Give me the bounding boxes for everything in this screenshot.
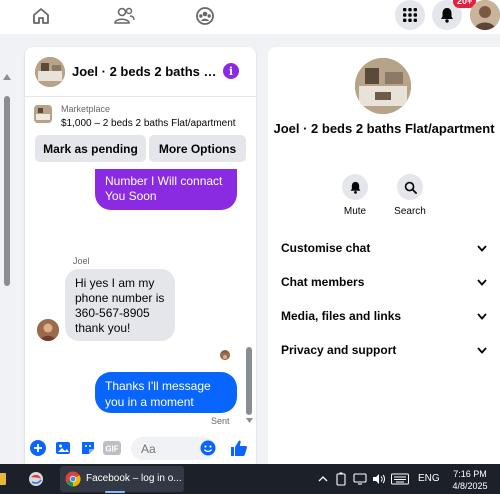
message-bubble-incoming: Hi yes I am my phone number is 360-567-8…: [65, 269, 175, 341]
mark-as-pending-button[interactable]: Mark as pending: [35, 135, 146, 162]
section-chat-members[interactable]: Chat members: [281, 273, 487, 291]
clock-date: 4/8/2025: [452, 481, 488, 491]
svg-text:GIF: GIF: [105, 445, 118, 454]
section-label: Customise chat: [281, 241, 371, 255]
chat-header: Joel · 2 beds 2 baths Flat/apartment i: [25, 47, 256, 97]
message-bubble-outgoing: Thanks I'll message you in a moment: [95, 372, 237, 413]
volume-icon[interactable]: [372, 469, 386, 489]
sender-avatar[interactable]: [37, 319, 59, 341]
keyboard-icon[interactable]: [391, 469, 409, 489]
display-icon[interactable]: [353, 469, 367, 489]
clock-time: 7:16 PM: [453, 469, 487, 479]
section-customise-chat[interactable]: Customise chat: [281, 239, 487, 257]
conversation-details-panel: Joel · 2 beds 2 baths Flat/apartment Mut…: [268, 47, 500, 464]
message-sender-name: Joel: [73, 256, 90, 266]
bell-icon[interactable]: [342, 174, 368, 200]
file-explorer-icon[interactable]: [0, 469, 8, 489]
scroll-up-arrow-icon[interactable]: [3, 74, 11, 80]
thumbs-up-icon[interactable]: [230, 439, 248, 457]
mute-label: Mute: [343, 206, 367, 217]
section-label: Privacy and support: [281, 343, 397, 357]
plus-circle-icon[interactable]: [29, 439, 47, 457]
photo-icon[interactable]: [54, 439, 72, 457]
chat-scrollbar-thumb[interactable]: [246, 347, 252, 415]
battery-icon[interactable]: [336, 469, 346, 489]
menu-grid-icon[interactable]: [395, 0, 425, 30]
section-label: Chat members: [281, 275, 365, 289]
top-navigation-bar: 20+: [0, 0, 500, 34]
listing-thumbnail: [34, 105, 52, 123]
message-bubble-outgoing: Number I Will connact You Soon: [95, 169, 237, 210]
taskbar-clock[interactable]: 7:16 PM 4/8/2025: [445, 468, 495, 492]
windows-taskbar: Facebook – log in o... ENG 7:16 PM 4/8/2…: [0, 464, 500, 494]
marketplace-label: Marketplace: [61, 104, 111, 114]
page-scrollbar[interactable]: [0, 36, 14, 464]
chevron-down-icon: [477, 244, 487, 252]
home-icon[interactable]: [26, 2, 56, 30]
chat-title[interactable]: Joel · 2 beds 2 baths Flat/apartment: [72, 64, 217, 79]
message-composer: GIF: [25, 433, 256, 464]
search-button[interactable]: Search: [382, 174, 438, 217]
search-label: Search: [394, 206, 426, 217]
chrome-icon: [65, 469, 81, 489]
profile-avatar[interactable]: [470, 0, 500, 30]
taskbar-window-title: Facebook – log in o...: [86, 473, 182, 484]
message-list: Number I Will connact You Soon Joel Hi y…: [25, 169, 256, 427]
sticker-icon[interactable]: [79, 439, 97, 457]
chevron-up-icon[interactable]: [318, 469, 328, 489]
chevron-down-icon: [477, 346, 487, 354]
input-language[interactable]: ENG: [418, 473, 440, 484]
section-privacy-support[interactable]: Privacy and support: [281, 341, 487, 359]
more-options-button[interactable]: More Options: [149, 135, 246, 162]
search-icon[interactable]: [397, 174, 423, 200]
sent-status: Sent: [211, 416, 230, 426]
listing-avatar-large[interactable]: [355, 58, 411, 114]
marketplace-listing[interactable]: Marketplace $1,000 – 2 beds 2 baths Flat…: [25, 98, 256, 134]
chevron-down-icon: [477, 278, 487, 286]
info-icon[interactable]: i: [223, 63, 239, 79]
seen-receipt-avatar: [220, 350, 230, 360]
page-scrollbar-thumb[interactable]: [4, 96, 10, 286]
friends-icon[interactable]: [109, 2, 139, 30]
mute-button[interactable]: Mute: [327, 174, 383, 217]
active-window-indicator: [105, 491, 125, 493]
groups-icon[interactable]: [190, 2, 220, 30]
listing-price-title: $1,000 – 2 beds 2 baths Flat/apartment: [61, 118, 236, 129]
listing-avatar[interactable]: [35, 57, 65, 87]
section-media-files-links[interactable]: Media, files and links: [281, 307, 487, 325]
emoji-icon[interactable]: [199, 439, 217, 457]
chat-window: Joel · 2 beds 2 baths Flat/apartment i M…: [25, 47, 256, 464]
gif-icon[interactable]: GIF: [103, 439, 121, 457]
section-label: Media, files and links: [281, 309, 402, 323]
chat-scroll-down-arrow-icon[interactable]: [246, 418, 253, 423]
chevron-down-icon: [477, 312, 487, 320]
app-icon[interactable]: [27, 469, 45, 489]
details-title: Joel · 2 beds 2 baths Flat/apartment: [273, 121, 495, 136]
